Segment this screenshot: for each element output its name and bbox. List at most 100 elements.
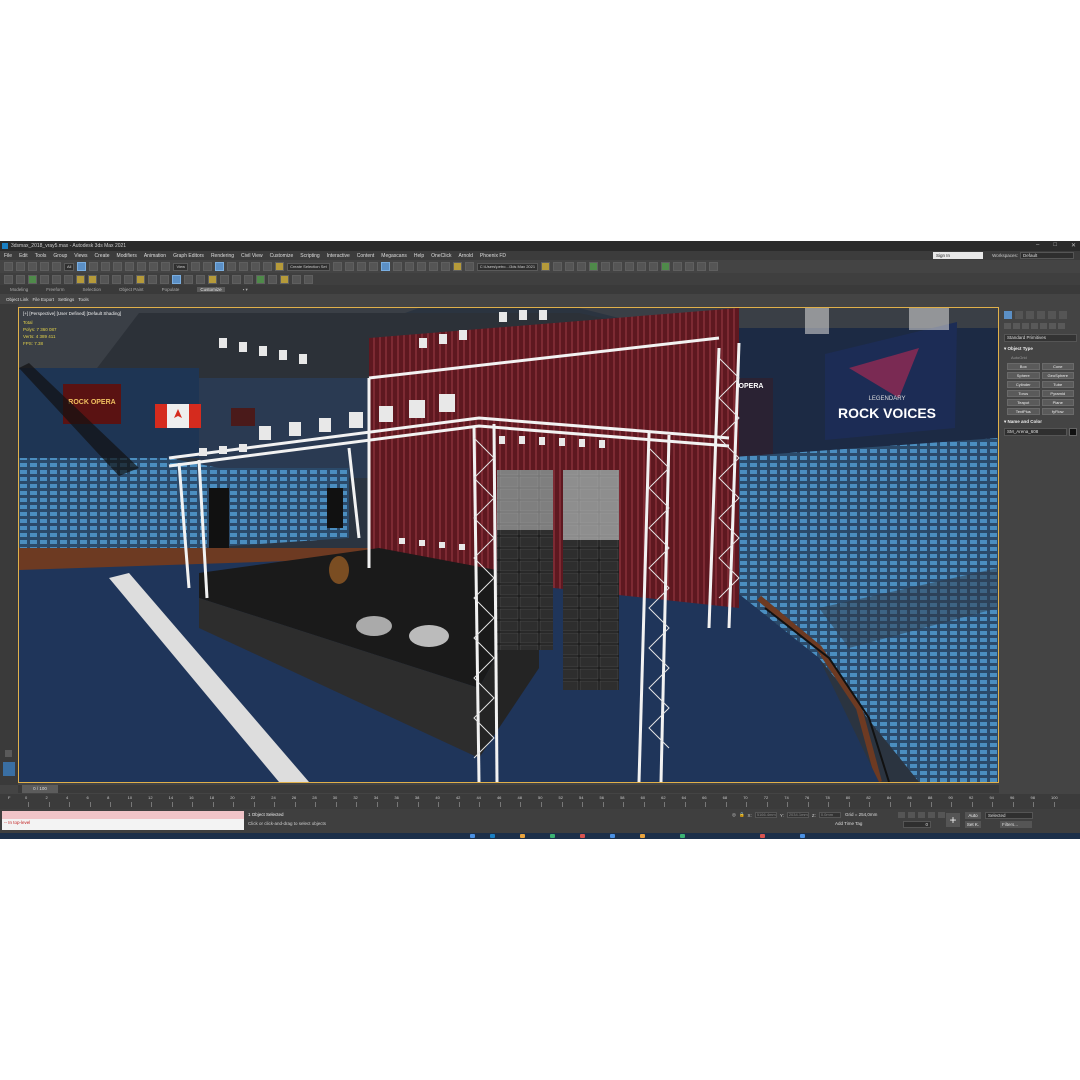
info-icon[interactable] [304,274,313,284]
geosphere-button[interactable]: GeoSphere [1041,372,1074,379]
time-slider-thumb[interactable]: 0 / 100 [22,785,58,793]
expand-icon[interactable] [5,750,12,757]
menu-arnold[interactable]: Arnold [458,253,472,259]
window-crossing-icon[interactable] [113,262,123,271]
add-time-tag-button[interactable]: Add Time Tag [835,821,862,826]
pyramid-button[interactable]: Pyramid [1041,390,1074,397]
go-to-end-icon[interactable] [938,812,945,818]
shapes-category-icon[interactable] [1013,323,1020,329]
ref-coord-select[interactable]: View [173,262,189,271]
vray-fur-icon[interactable] [625,262,635,271]
play-icon[interactable] [52,274,61,284]
vray-sun-icon[interactable] [661,262,671,271]
help-icon[interactable] [148,274,157,284]
maximize-button[interactable]: □ [1053,242,1057,249]
menu-customize[interactable]: Customize [270,253,294,259]
box-button[interactable]: Box [1007,363,1040,370]
redo-icon[interactable] [16,262,25,271]
tab-modeling[interactable]: Modeling [10,287,28,292]
maxscript-listener[interactable]: -- In top-level [2,811,244,830]
menu-content[interactable]: Content [357,253,375,259]
object-type-rollout[interactable]: ▾ Object Type [1004,346,1077,352]
object-link-menu[interactable]: Object Link [6,297,29,302]
plane-button[interactable]: Plane [1041,399,1074,406]
ocean-icon[interactable] [112,274,121,284]
vray-sphere-icon[interactable] [601,262,611,271]
taskbar-app-icon[interactable] [760,834,765,838]
object-color-swatch[interactable] [1069,428,1077,436]
spacewarp-icon[interactable] [268,274,277,284]
key-mode-select[interactable]: Selected [985,812,1033,819]
spinner-snap-icon[interactable] [263,262,273,271]
teapot-icon[interactable] [16,274,25,284]
move-icon[interactable] [125,262,135,271]
taskbar-folder-icon[interactable] [520,834,525,838]
smoke-icon[interactable] [88,274,97,284]
textplus-button[interactable]: TextPlus [1007,408,1040,415]
tab-freeform[interactable]: Freeform [46,287,64,292]
set-key-icon[interactable]: + [946,813,960,827]
stop-icon[interactable] [64,274,73,284]
menu-phoenix-fd[interactable]: Phoenix FD [480,253,506,259]
helpers-category-icon[interactable] [1040,323,1047,329]
taskbar-app-icon[interactable] [800,834,805,838]
key-filters-button[interactable]: Filters... [1000,821,1032,828]
menu-edit[interactable]: Edit [19,253,28,259]
link-icon[interactable] [28,262,37,271]
previous-frame-icon[interactable] [908,812,915,818]
mirror-icon[interactable] [332,262,342,271]
taskbar-app-icon[interactable] [640,834,645,838]
menu-graph-editors[interactable]: Graph Editors [173,253,204,259]
systems-category-icon[interactable] [1058,323,1065,329]
particle-icon[interactable] [124,274,133,284]
keyboard-shortcut-toggle-icon[interactable] [215,262,225,271]
unlink-icon[interactable] [40,262,49,271]
taskbar-app-icon[interactable] [610,834,615,838]
material-editor-icon[interactable] [416,262,426,271]
rendered-frame-window-icon[interactable] [440,262,450,271]
viewport-layouts-icon[interactable] [3,762,15,776]
named-selection-set-select[interactable]: Create Selection Set [287,262,330,271]
menu-megascans[interactable]: Megascans [381,253,407,259]
tab-selection[interactable]: Selection [83,287,102,292]
set-key-button[interactable]: Set K. [965,821,981,828]
select-manipulate-icon[interactable] [203,262,213,271]
taskbar-3dsmax-icon[interactable] [490,834,495,838]
create-tab-icon[interactable] [1004,311,1012,319]
edit-named-selection-icon[interactable] [275,262,285,271]
bind-spacewarp-icon[interactable] [52,262,61,271]
torus-button[interactable]: Torus [1007,390,1040,397]
lock-icon[interactable]: 🔒 [739,812,745,818]
menu-oneclick[interactable]: OneClick [431,253,451,259]
hierarchy-tab-icon[interactable] [1026,311,1034,319]
menu-animation[interactable]: Animation [144,253,166,259]
liquid-icon[interactable] [100,274,109,284]
menu-group[interactable]: Group [53,253,67,259]
undo-icon[interactable] [4,262,13,271]
menu-modifiers[interactable]: Modifiers [117,253,137,259]
x-coordinate-field[interactable]: 5166.4mm [754,812,777,818]
scene-explorer-icon[interactable] [356,262,366,271]
autogrid-checkbox[interactable]: AutoGrid [1011,355,1077,360]
rect-selection-icon[interactable] [101,262,111,271]
select-by-name-icon[interactable] [89,262,99,271]
snowflake-icon[interactable] [4,274,13,284]
render-production-icon[interactable] [452,262,462,271]
menu-rendering[interactable]: Rendering [211,253,234,259]
motion-tab-icon[interactable] [1037,311,1045,319]
object-name-field[interactable]: SM_Arena_608 [1004,428,1067,436]
vray-light-icon[interactable] [589,262,599,271]
vray-dome-icon[interactable] [673,262,683,271]
vray-plane-icon[interactable] [637,262,647,271]
rotate-icon[interactable] [137,262,147,271]
menu-create[interactable]: Create [95,253,110,259]
selection-filter-select[interactable]: All [64,262,75,271]
current-frame-field[interactable]: 0 [903,821,931,828]
vray-decal-icon[interactable] [697,262,707,271]
render-online-icon[interactable] [464,262,474,271]
taskbar-app-icon[interactable] [470,834,475,838]
y-coordinate-field[interactable]: 2034.1mm [786,812,809,818]
schematic-view-icon[interactable] [404,262,414,271]
wind-icon[interactable] [136,274,145,284]
render-setup-icon[interactable] [428,262,438,271]
